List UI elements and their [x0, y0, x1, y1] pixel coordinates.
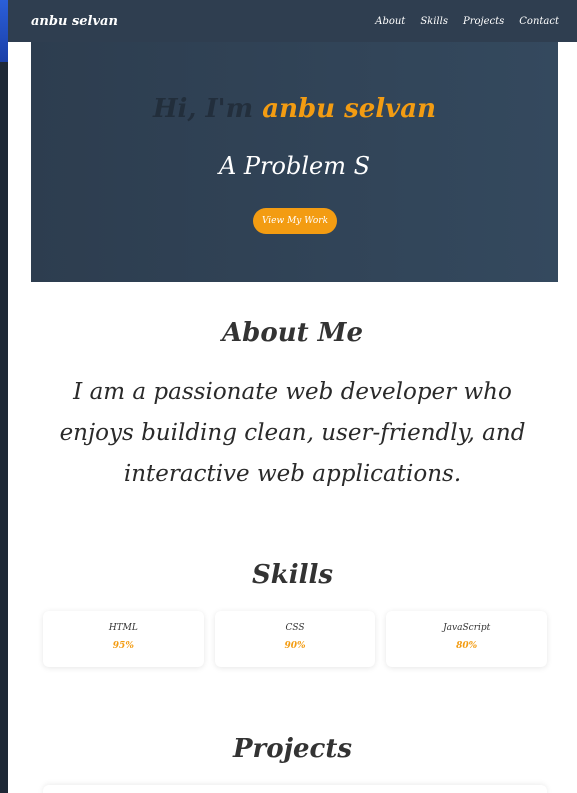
- project-card: [43, 785, 547, 793]
- nav-link-about[interactable]: About: [375, 16, 405, 27]
- skill-card-javascript: JavaScript 80%: [386, 611, 548, 667]
- view-my-work-button[interactable]: View My Work: [253, 208, 337, 234]
- skill-name: CSS: [285, 623, 305, 633]
- skill-percent: 95%: [112, 641, 134, 651]
- skills-heading: Skills: [251, 560, 334, 590]
- brand-logo-link[interactable]: anbu selvan: [31, 14, 118, 29]
- about-heading: About Me: [222, 318, 363, 348]
- skill-percent: 80%: [456, 641, 478, 651]
- about-text: I am a passionate web developer who enjo…: [59, 379, 526, 487]
- hero-greeting: Hi, I'm: [152, 94, 254, 124]
- skill-percent: 90%: [284, 641, 306, 651]
- hero-section: Hi, I'm anbu selvan A Problem S View My …: [31, 42, 558, 282]
- nav-link-projects[interactable]: Projects: [463, 16, 504, 27]
- projects-heading: Projects: [232, 734, 353, 764]
- hero-title: Hi, I'm anbu selvan: [31, 94, 558, 124]
- hero-name: anbu selvan: [262, 94, 437, 124]
- page: anbu selvan About Skills Projects Contac…: [8, 0, 577, 793]
- nav-links: About Skills Projects Contact: [375, 16, 559, 27]
- nav-link-contact[interactable]: Contact: [519, 16, 559, 27]
- skills-list: HTML 95% CSS 90% JavaScript 80%: [43, 611, 548, 667]
- hero-typed-role: A Problem S: [218, 152, 371, 180]
- skill-card-html: HTML 95%: [43, 611, 204, 667]
- nav-link-skills[interactable]: Skills: [420, 16, 448, 27]
- skill-name: JavaScript: [443, 623, 491, 633]
- navbar: anbu selvan About Skills Projects Contac…: [8, 0, 577, 42]
- skill-card-css: CSS 90%: [214, 611, 376, 667]
- skill-name: HTML: [108, 623, 138, 633]
